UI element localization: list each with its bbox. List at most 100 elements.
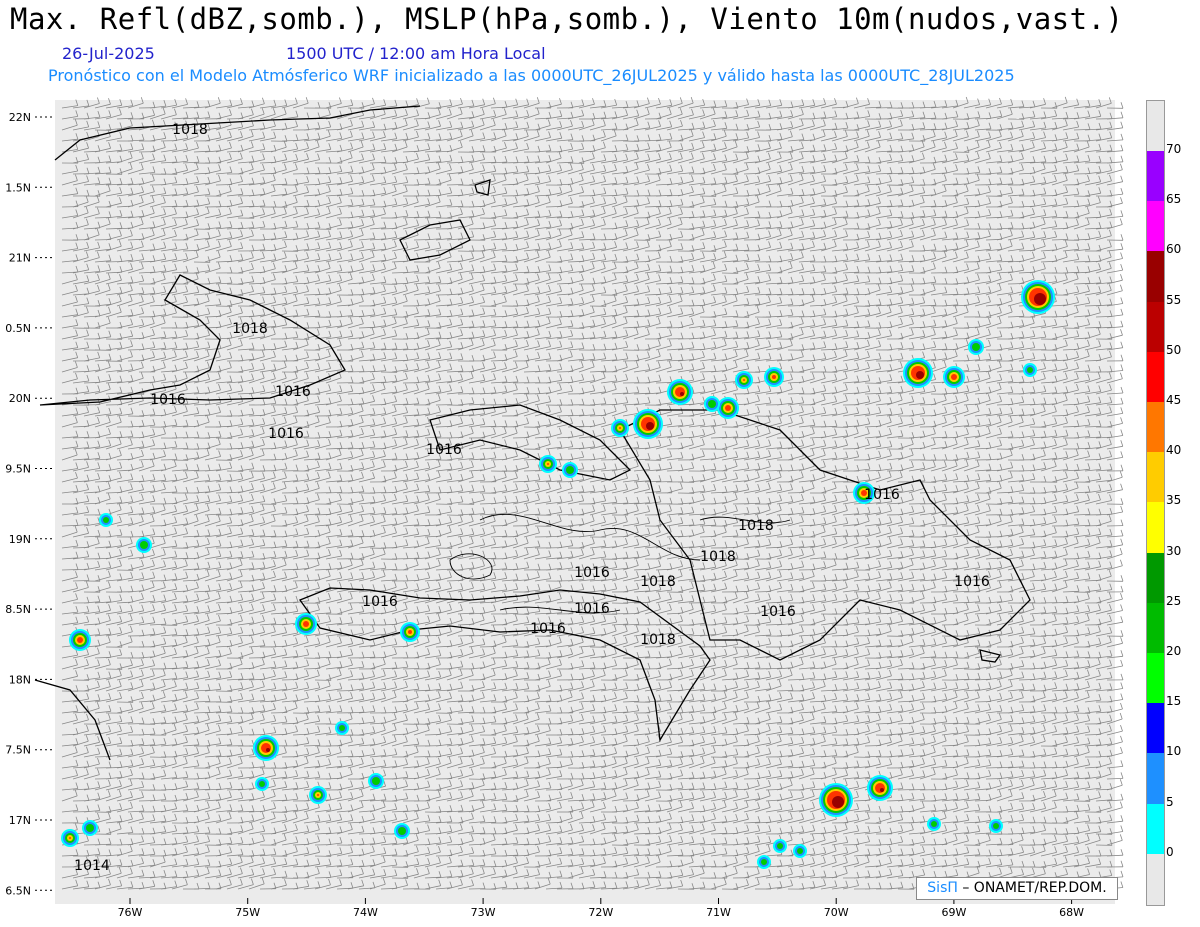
isobar-label: 1018 xyxy=(738,518,774,534)
reflectivity-cell xyxy=(562,462,578,478)
longitude-label: 69W xyxy=(941,906,966,919)
latitude-label: 20N xyxy=(9,392,31,405)
latitude-label: 18N xyxy=(9,673,31,686)
colorbar-tick-label: 55 xyxy=(1166,292,1182,307)
latitude-label: 21N xyxy=(9,252,31,265)
map-title: Max. Refl(dBZ,somb.), MSLP(hPa,somb.), V… xyxy=(10,2,1124,36)
colorbar-segment xyxy=(1147,201,1164,252)
longitude-label: 70W xyxy=(824,906,849,919)
reflectivity-cell xyxy=(1021,280,1055,314)
reflectivity-cell xyxy=(611,419,629,437)
latitude-label: 19N xyxy=(9,533,31,546)
colorbar-segment xyxy=(1147,653,1164,704)
colorbar-segment xyxy=(1147,753,1164,804)
reflectivity-colorbar xyxy=(1146,100,1165,906)
reflectivity-cell xyxy=(867,775,893,801)
isobar-label: 1016 xyxy=(530,621,566,637)
reflectivity-cell xyxy=(757,855,771,869)
colorbar-tick-label: 35 xyxy=(1166,493,1182,508)
colorbar-tick-label: 0 xyxy=(1166,844,1174,859)
reflectivity-cell xyxy=(989,819,1003,833)
reflectivity-cell xyxy=(735,371,753,389)
isobar-label: 1016 xyxy=(574,565,610,581)
reflectivity-cell xyxy=(943,366,965,388)
reflectivity-cell xyxy=(69,629,91,651)
isobar-label: 1016 xyxy=(362,594,398,610)
colorbar-tick-label: 10 xyxy=(1166,744,1182,759)
reflectivity-cell xyxy=(82,820,98,836)
reflectivity-cell xyxy=(335,721,349,735)
isobar-label: 1018 xyxy=(172,122,208,138)
reflectivity-cell xyxy=(368,773,384,789)
colorbar-segment xyxy=(1147,351,1164,402)
colorbar-tick-label: 25 xyxy=(1166,593,1182,608)
valid-time: 1500 UTC / 12:00 am Hora Local xyxy=(286,44,546,63)
colorbar-segment xyxy=(1147,301,1164,352)
colorbar-tick-label: 30 xyxy=(1166,543,1182,558)
forecast-map: 22N 1.5N 21N 0.5N 20N 9.5N 19N 8.5N 18N 7.5N 17N 6.… xyxy=(5,96,1124,919)
latitude-label: 0.5N xyxy=(5,322,31,335)
colorbar-segment xyxy=(1147,502,1164,553)
colorbar-segment xyxy=(1147,552,1164,603)
colorbar-tick-label: 5 xyxy=(1166,794,1174,809)
isobar-label: 1016 xyxy=(268,426,304,442)
reflectivity-cell xyxy=(717,397,739,419)
reflectivity-cell xyxy=(968,339,984,355)
reflectivity-cell xyxy=(764,367,784,387)
reflectivity-cell xyxy=(903,358,933,388)
colorbar-tick-label: 50 xyxy=(1166,342,1182,357)
longitude-label: 74W xyxy=(353,906,378,919)
colorbar-segment xyxy=(1147,251,1164,302)
isobar-label: 1018 xyxy=(232,321,268,337)
credit-text: – ONAMET/REP.DOM. xyxy=(962,880,1107,896)
reflectivity-cell xyxy=(1023,363,1037,377)
reflectivity-cell xyxy=(99,513,113,527)
isobar-label: 1016 xyxy=(864,487,900,503)
colorbar-tick-label: 15 xyxy=(1166,694,1182,709)
reflectivity-cell xyxy=(255,777,269,791)
sispi-logo: SisΠ xyxy=(927,880,958,896)
isobar-label: 1016 xyxy=(760,604,796,620)
latitude-label: 17N xyxy=(9,814,31,827)
reflectivity-cell xyxy=(61,829,79,847)
latitude-label: 7.5N xyxy=(5,744,31,757)
reflectivity-cell xyxy=(633,409,663,439)
reflectivity-cell xyxy=(309,786,327,804)
isobar-label: 1018 xyxy=(640,574,676,590)
colorbar-tick-label: 20 xyxy=(1166,644,1182,658)
latitude-label: 9.5N xyxy=(5,463,31,476)
valid-date: 26-Jul-2025 xyxy=(62,44,155,63)
reflectivity-cell xyxy=(819,783,853,817)
reflectivity-cell xyxy=(136,537,152,553)
reflectivity-cell xyxy=(927,817,941,831)
colorbar-tick-label: 40 xyxy=(1166,443,1182,458)
latitude-label: 22N xyxy=(9,111,31,124)
colorbar-tick-label: 65 xyxy=(1166,192,1182,207)
colorbar-tick-label: 45 xyxy=(1166,393,1182,407)
isobar-label: 1016 xyxy=(150,392,186,408)
credit-box: SisΠ – ONAMET/REP.DOM. xyxy=(916,877,1118,900)
longitude-label: 76W xyxy=(118,906,143,919)
isobar-label: 1016 xyxy=(275,384,311,400)
isobar-label: 1016 xyxy=(954,574,990,590)
longitude-label: 72W xyxy=(588,906,613,919)
reflectivity-cell xyxy=(253,735,279,761)
longitude-label: 68W xyxy=(1059,906,1084,919)
colorbar-segment xyxy=(1147,402,1164,453)
latitude-label: 8.5N xyxy=(5,603,31,616)
colorbar-segment xyxy=(1147,151,1164,202)
latitude-label: 6.5N xyxy=(5,884,31,897)
longitude-label: 75W xyxy=(235,906,260,919)
reflectivity-cell xyxy=(400,622,420,642)
latitude-labels: 22N 1.5N 21N 0.5N 20N 9.5N 19N 8.5N 18N 7.5N 17N 6.… xyxy=(5,111,55,897)
reflectivity-cell xyxy=(773,839,787,853)
colorbar-segment xyxy=(1147,452,1164,503)
reflectivity-cell xyxy=(295,613,317,635)
colorbar-tick-label: 60 xyxy=(1166,242,1182,257)
reflectivity-cell xyxy=(793,844,807,858)
isobar-label: 1016 xyxy=(574,601,610,617)
isobar-label: 1016 xyxy=(426,442,462,458)
reflectivity-cell xyxy=(539,455,557,473)
reflectivity-cell xyxy=(704,396,720,412)
isobar-label: 1018 xyxy=(700,549,736,565)
